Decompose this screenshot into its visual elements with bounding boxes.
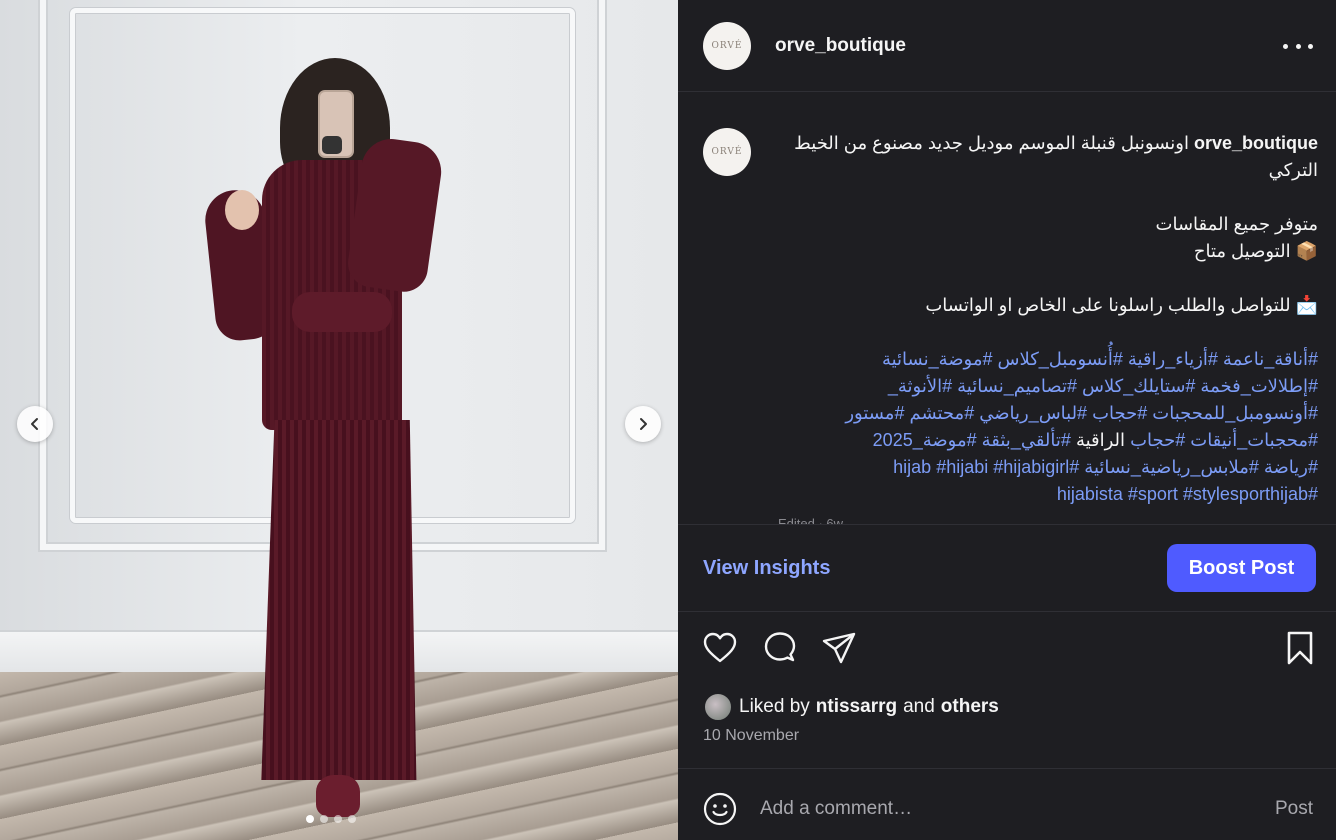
comment-input[interactable]	[760, 793, 1240, 825]
likes-connector: and	[903, 696, 935, 717]
chevron-left-icon	[31, 418, 38, 430]
heart-icon	[703, 632, 737, 663]
caption-line-2: متوفر جميع المقاسات	[1155, 214, 1318, 234]
comment-icon	[764, 632, 796, 662]
model-belt-bow	[292, 292, 392, 332]
post-actions	[678, 612, 1336, 690]
hashtag-line[interactable]: #أونسومبل_للمحجبات #حجاب #لباس_رياضي #مح…	[778, 400, 1318, 427]
hashtag-line: #محجبات_أنيقات #حجاب الراقية #تألقي_بثقة…	[778, 427, 1318, 454]
post-media	[0, 0, 678, 840]
more-options-button[interactable]	[1283, 36, 1313, 56]
more-dot	[1308, 43, 1313, 49]
hashtag-line[interactable]: #أناقة_ناعمة #أزياء_راقية #أُنسومبل_كلاس…	[778, 346, 1318, 373]
hashtags: #أناقة_ناعمة #أزياء_راقية #أُنسومبل_كلاس…	[778, 346, 1318, 508]
post-side-panel: ORVÉ orve_boutique ORVÉ orve_boutique او…	[678, 0, 1336, 840]
boost-post-button[interactable]: Boost Post	[1167, 544, 1316, 592]
save-button[interactable]	[1282, 630, 1322, 670]
phone-camera	[322, 136, 342, 154]
hashtag-line[interactable]: #إطلالات_فخمة #ستايلك_كلاس #تصاميم_نسائي…	[778, 373, 1318, 400]
header-username[interactable]: orve_boutique	[775, 35, 906, 57]
comment-bar: Post	[678, 768, 1336, 840]
carousel-prev-button[interactable]	[17, 406, 53, 442]
caption-username[interactable]: orve_boutique	[1194, 133, 1318, 153]
post-caption: orve_boutique اونسونبل قنبلة الموسم مودي…	[778, 130, 1318, 508]
likes-others-link[interactable]: others	[941, 696, 999, 718]
more-dot	[1295, 43, 1301, 49]
caption-area: ORVÉ orve_boutique اونسونبل قنبلة الموسم…	[678, 92, 1336, 524]
caption-avatar[interactable]: ORVÉ	[703, 128, 751, 176]
liked-by-text: Liked by	[739, 696, 810, 717]
post-header: ORVÉ orve_boutique	[678, 0, 1336, 92]
model-shoe	[316, 775, 360, 817]
model-hand	[225, 190, 259, 230]
view-insights-link[interactable]: View Insights	[703, 557, 830, 580]
carousel-dot	[306, 815, 314, 823]
likes-summary: Liked by ntissarrg and others	[703, 690, 999, 724]
caption-line-3: 📦 التوصيل متاح	[1193, 241, 1318, 261]
caption-line-1: orve_boutique اونسونبل قنبلة الموسم مودي…	[778, 130, 1318, 184]
hashtag-text[interactable]: #تألقي_بثقة #موضة_2025	[873, 430, 1071, 450]
hashtag-line[interactable]: #رياضة #ملابس_رياضية_نسائية #hijab #hija…	[778, 454, 1318, 481]
caption-line-4: 📩 للتواصل والطلب راسلونا على الخاص او ال…	[925, 295, 1318, 315]
share-icon	[822, 632, 856, 664]
bookmark-icon	[1287, 631, 1313, 665]
post-modal: ORVÉ orve_boutique ORVÉ orve_boutique او…	[0, 0, 1336, 840]
carousel-indicator	[306, 815, 356, 823]
comment-button[interactable]	[762, 630, 802, 670]
hashtag-text[interactable]: #محجبات_أنيقات #حجاب	[1130, 430, 1318, 450]
chevron-right-icon	[640, 418, 647, 430]
liked-by-user[interactable]: ntissarrg	[816, 696, 897, 718]
avatar[interactable]: ORVÉ	[703, 22, 751, 70]
more-options-icon	[1283, 43, 1288, 49]
carousel-dot	[348, 815, 356, 823]
avatar-logo-text: ORVÉ	[711, 41, 743, 51]
like-button[interactable]	[702, 630, 742, 670]
emoji-icon	[703, 792, 737, 826]
carousel-dot	[320, 815, 328, 823]
emoji-button[interactable]	[702, 791, 738, 827]
plain-word: الراقية	[1075, 430, 1126, 450]
post-date[interactable]: 10 November	[703, 727, 799, 745]
avatar[interactable]	[703, 692, 733, 722]
hashtag-line[interactable]: #hijabista #sport #stylesporthijab	[778, 481, 1318, 508]
post-comment-button[interactable]: Post	[1275, 798, 1313, 820]
model-ribbed-skirt	[261, 420, 417, 780]
edited-label: Edited · 6w	[778, 516, 844, 524]
carousel-dot	[334, 815, 342, 823]
carousel-next-button[interactable]	[625, 406, 661, 442]
share-button[interactable]	[821, 630, 861, 670]
avatar-logo-text: ORVÉ	[711, 147, 743, 157]
insights-bar: View Insights Boost Post	[678, 524, 1336, 612]
